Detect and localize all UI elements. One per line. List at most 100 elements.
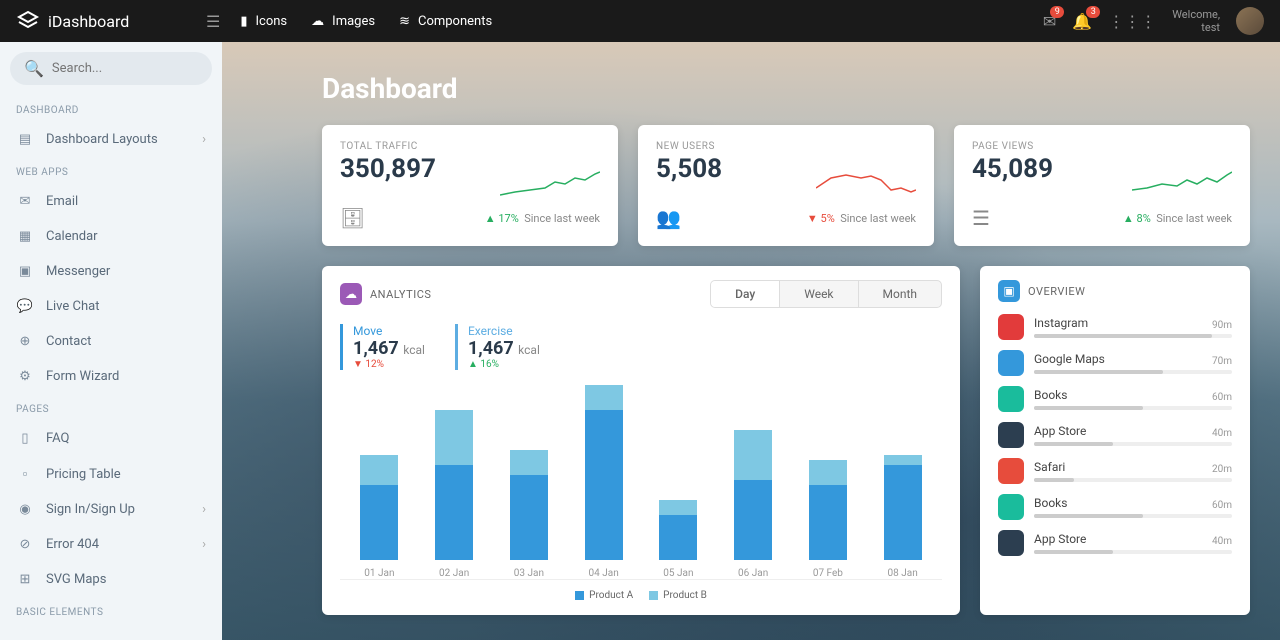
overview-title: OVERVIEW bbox=[1028, 285, 1232, 298]
app-name: Safari bbox=[1034, 460, 1232, 474]
overview-item[interactable]: Google Maps70m bbox=[998, 350, 1232, 376]
tab-week[interactable]: Week bbox=[779, 281, 857, 307]
nav-icons[interactable]: ▮Icons bbox=[240, 14, 287, 29]
sidebar-item-livechat[interactable]: 💬Live Chat bbox=[0, 289, 222, 324]
overview-item[interactable]: Instagram90m bbox=[998, 314, 1232, 340]
app-time: 60m bbox=[1212, 500, 1232, 511]
calendar-icon: ▦ bbox=[16, 229, 34, 244]
bar-group: 01 Jan bbox=[354, 455, 405, 579]
analytics-title: ANALYTICS bbox=[370, 288, 702, 301]
bar-group: 06 Jan bbox=[728, 430, 779, 579]
app-name: Books bbox=[1034, 496, 1232, 510]
chart-legend: Product A Product B bbox=[340, 590, 942, 601]
avatar[interactable] bbox=[1236, 7, 1264, 35]
bar-group: 02 Jan bbox=[429, 410, 480, 579]
sidebar-item-error404[interactable]: ⊘Error 404› bbox=[0, 527, 222, 562]
stat-change: ▲ 8% Since last week bbox=[1123, 212, 1232, 225]
sidebar-item-svgmaps[interactable]: ⊞SVG Maps bbox=[0, 562, 222, 597]
metric-move: Move 1,467 kcal ▼ 12% bbox=[340, 324, 425, 370]
map-icon: ⊞ bbox=[16, 572, 34, 587]
app-time: 20m bbox=[1212, 464, 1232, 475]
stacked-bar-chart: 01 Jan 02 Jan 03 Jan 04 Jan 05 Jan 06 Jan 07 F… bbox=[340, 380, 942, 580]
apps-grid-icon[interactable]: ⋮⋮⋮ bbox=[1108, 12, 1156, 31]
stat-card: TOTAL TRAFFIC350,897🗄▲ 17% Since last we… bbox=[322, 125, 618, 246]
search-box[interactable]: 🔍 🎤 bbox=[10, 52, 212, 85]
cloud-icon: ☁ bbox=[311, 14, 324, 29]
sidebar-item-calendar[interactable]: ▦Calendar bbox=[0, 219, 222, 254]
bar-product-b bbox=[884, 455, 922, 465]
top-nav: ▮Icons ☁Images ≋Components bbox=[240, 14, 1043, 29]
bar-label: 03 Jan bbox=[514, 568, 544, 579]
user-icon: ◉ bbox=[16, 502, 34, 517]
briefcase-icon: ▮ bbox=[240, 14, 247, 29]
sidebar-item-pricing[interactable]: ▫Pricing Table bbox=[0, 456, 222, 492]
bell-badge: 3 bbox=[1086, 6, 1100, 18]
sidebar-item-faq[interactable]: ▯FAQ bbox=[0, 421, 222, 456]
brand-text: iDashboard bbox=[48, 12, 129, 31]
bar-group: 04 Jan bbox=[578, 385, 629, 579]
stat-card: PAGE VIEWS45,089☰▲ 8% Since last week bbox=[954, 125, 1250, 246]
app-name: App Store bbox=[1034, 532, 1232, 546]
bar-product-a bbox=[435, 465, 473, 560]
overview-item[interactable]: Books60m bbox=[998, 386, 1232, 412]
inbox-icon: ▣ bbox=[16, 264, 34, 279]
sidebar-item-dashboard-layouts[interactable]: ▤Dashboard Layouts› bbox=[0, 122, 222, 157]
search-icon: 🔍 bbox=[24, 59, 44, 78]
logo[interactable]: iDashboard bbox=[16, 9, 206, 33]
bar-label: 07 Feb bbox=[813, 568, 843, 579]
layers-icon: ▤ bbox=[16, 132, 34, 147]
bar-product-b bbox=[809, 460, 847, 485]
chevron-right-icon: › bbox=[202, 132, 206, 147]
app-icon bbox=[998, 386, 1024, 412]
bar-product-a bbox=[510, 475, 548, 560]
bar-product-a bbox=[659, 515, 697, 560]
mail-button[interactable]: ✉9 bbox=[1043, 12, 1056, 31]
sidebar-item-formwizard[interactable]: ⚙Form Wizard bbox=[0, 359, 222, 394]
nav-components[interactable]: ≋Components bbox=[399, 14, 492, 29]
sidebar: 🔍 🎤 DASHBOARD ▤Dashboard Layouts› WEB AP… bbox=[0, 42, 222, 640]
bar-group: 05 Jan bbox=[653, 500, 704, 579]
bar-product-a bbox=[734, 480, 772, 560]
overview-list: Instagram90m Google Maps70m Books60m App St… bbox=[998, 314, 1232, 556]
layers-icon: ≋ bbox=[399, 14, 410, 29]
sidebar-item-contact[interactable]: ⊕Contact bbox=[0, 324, 222, 359]
overview-item[interactable]: Books60m bbox=[998, 494, 1232, 520]
app-time: 40m bbox=[1212, 536, 1232, 547]
file-icon: ▯ bbox=[16, 431, 34, 446]
mail-badge: 9 bbox=[1050, 6, 1064, 18]
tab-day[interactable]: Day bbox=[711, 281, 779, 307]
app-name: Google Maps bbox=[1034, 352, 1232, 366]
sidebar-item-messenger[interactable]: ▣Messenger bbox=[0, 254, 222, 289]
app-time: 90m bbox=[1212, 320, 1232, 331]
bar-product-b bbox=[435, 410, 473, 465]
nav-images[interactable]: ☁Images bbox=[311, 14, 375, 29]
section-dashboard: DASHBOARD bbox=[0, 95, 222, 122]
search-input[interactable] bbox=[52, 61, 218, 76]
gear-icon: ⚙ bbox=[16, 369, 34, 384]
bar-product-a bbox=[585, 410, 623, 560]
bar-product-b bbox=[659, 500, 697, 515]
bar-product-b bbox=[585, 385, 623, 410]
bar-product-b bbox=[734, 430, 772, 480]
app-icon bbox=[998, 494, 1024, 520]
overview-item[interactable]: App Store40m bbox=[998, 530, 1232, 556]
app-time: 70m bbox=[1212, 356, 1232, 367]
overview-icon: ▣ bbox=[998, 280, 1020, 302]
move-change: ▼ 12% bbox=[353, 359, 425, 370]
period-tabs: Day Week Month bbox=[710, 280, 942, 308]
overview-item[interactable]: Safari20m bbox=[998, 458, 1232, 484]
bar-label: 02 Jan bbox=[439, 568, 469, 579]
sidebar-item-email[interactable]: ✉Email bbox=[0, 184, 222, 219]
app-time: 40m bbox=[1212, 428, 1232, 439]
overview-item[interactable]: App Store40m bbox=[998, 422, 1232, 448]
page-title: Dashboard bbox=[322, 72, 1250, 105]
analytics-panel: ☁ ANALYTICS Day Week Month Move 1,467 kc… bbox=[322, 266, 960, 615]
overview-panel: ▣ OVERVIEW Instagram90m Google Maps70m Boo… bbox=[980, 266, 1250, 615]
metric-exercise: Exercise 1,467 kcal ▲ 16% bbox=[455, 324, 540, 370]
menu-toggle-icon[interactable]: ☰ bbox=[206, 12, 220, 31]
sidebar-item-signin[interactable]: ◉Sign In/Sign Up› bbox=[0, 492, 222, 527]
stat-label: NEW USERS bbox=[656, 141, 916, 152]
tab-month[interactable]: Month bbox=[858, 281, 941, 307]
bell-button[interactable]: 🔔3 bbox=[1072, 12, 1092, 31]
app-name: App Store bbox=[1034, 424, 1232, 438]
